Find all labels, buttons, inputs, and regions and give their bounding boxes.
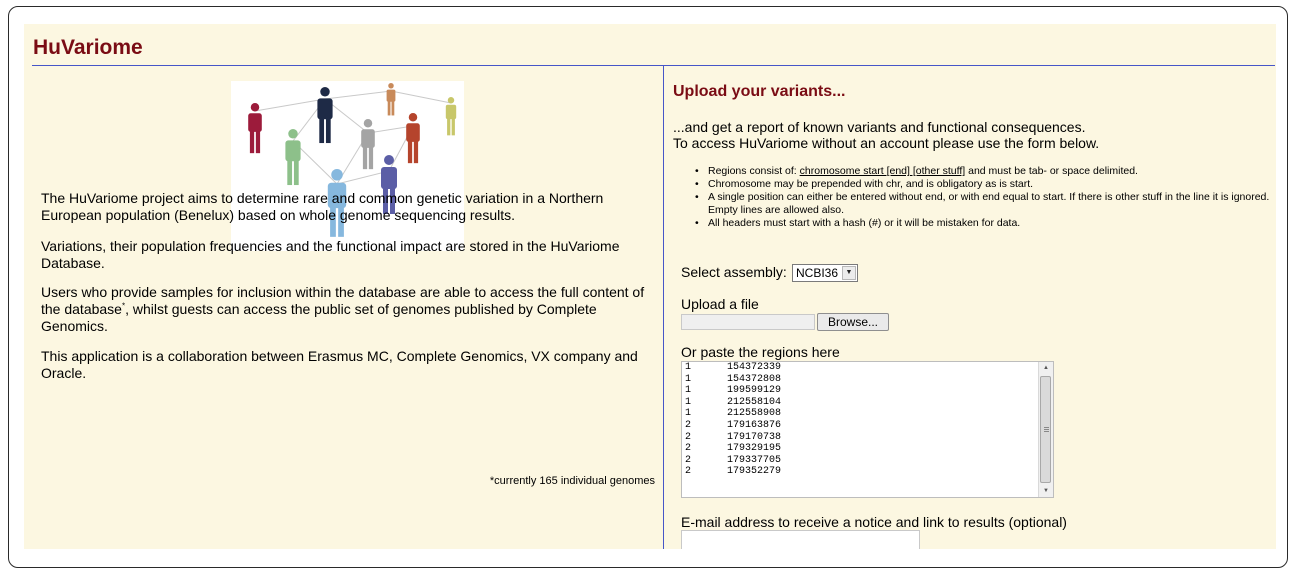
region-row: 2 179163876 (682, 420, 1053, 432)
scroll-down-icon[interactable]: ▼ (1039, 485, 1053, 497)
intro-paragraph-1: The HuVariome project aims to determine … (41, 190, 604, 223)
regions-textarea[interactable]: 1 154372339 1 154372808 1 199599129 1 212558104… (681, 361, 1054, 498)
region-position: 212558908 (727, 408, 782, 420)
region-position: 154372339 (727, 362, 782, 373)
scrollbar-thumb[interactable] (1040, 376, 1051, 483)
person-icon (317, 87, 333, 144)
format-rule-1-prefix: Regions consist of: (708, 165, 800, 177)
people-network-illustration (231, 81, 464, 251)
upload-file-label: Upload a file (681, 296, 759, 312)
scroll-up-icon[interactable]: ▲ (1039, 362, 1053, 374)
region-position: 179163876 (727, 419, 782, 431)
assembly-label: Select assembly: (681, 264, 787, 280)
assembly-select[interactable]: NCBI36 ▼ (792, 264, 858, 282)
region-chromosome: 2 (685, 466, 692, 478)
email-label: E-mail address to receive a notice and l… (681, 514, 1067, 530)
upload-title: Upload your variants... (673, 83, 846, 100)
region-chromosome: 2 (685, 431, 692, 443)
region-row: 1 212558104 (682, 397, 1053, 409)
network-links (254, 90, 452, 185)
region-position: 179337705 (727, 454, 782, 466)
site-title: HuVariome (33, 36, 143, 59)
person-icon (406, 113, 420, 164)
assembly-select-value: NCBI36 (796, 266, 839, 280)
people-network-svg (248, 83, 457, 237)
region-chromosome: 1 (685, 408, 692, 420)
format-rules-list: Regions consist of: chromosome start [en… (695, 165, 1275, 230)
region-format-link[interactable]: chromosome start [end] [other stuff] (800, 165, 966, 177)
intro-paragraph-3: Users who provide samples for inclusion … (41, 284, 657, 335)
region-position: 179170738 (727, 431, 782, 443)
region-position: 212558104 (727, 396, 782, 408)
region-position: 179329195 (727, 443, 782, 455)
region-chromosome: 1 (685, 396, 692, 408)
paste-regions-label: Or paste the regions here (681, 344, 840, 360)
column-divider (663, 65, 664, 549)
region-chromosome: 2 (685, 419, 692, 431)
region-chromosome: 1 (685, 385, 692, 397)
region-chromosome: 1 (685, 362, 692, 373)
upload-lead-line-1: ...and get a report of known variants an… (673, 119, 1086, 135)
browse-button[interactable]: Browse... (817, 313, 889, 331)
chevron-down-icon[interactable]: ▼ (842, 266, 856, 280)
region-position: 199599129 (727, 385, 782, 397)
region-row: 1 212558908 (682, 408, 1053, 420)
format-rule-1: Regions consist of: chromosome start [en… (695, 165, 1275, 178)
region-chromosome: 2 (685, 443, 692, 455)
intro-paragraph-3-end: , whilst guests can access the public se… (41, 301, 597, 334)
genome-count-footnote: *currently 165 individual genomes (489, 475, 655, 487)
region-chromosome: 2 (685, 454, 692, 466)
region-row: 1 154372339 (682, 362, 1053, 374)
email-field[interactable] (681, 530, 920, 549)
region-row: 2 179329195 (682, 443, 1053, 455)
region-row: 2 179337705 (682, 455, 1053, 467)
region-position: 154372808 (727, 373, 782, 385)
format-rule-3: A single position can either be entered … (695, 191, 1275, 217)
format-rule-1-suffix: and must be tab- or space delimited. (965, 165, 1138, 177)
person-icon (361, 119, 375, 170)
region-row: 1 199599129 (682, 385, 1053, 397)
region-row: 2 179352279 (682, 466, 1053, 478)
region-row: 1 154372808 (682, 374, 1053, 386)
intro-paragraph-2: Variations, their population frequencies… (41, 238, 620, 271)
intro-paragraph-4: This application is a collaboration betw… (41, 348, 638, 381)
format-rule-2: Chromosome may be prepended with chr, an… (695, 178, 1275, 191)
person-icon (386, 83, 396, 116)
upload-lead-line-2: To access HuVariome without an account p… (673, 135, 1100, 151)
region-rows: 1 154372339 1 154372808 1 199599129 1 212558104… (682, 362, 1053, 478)
region-position: 179352279 (727, 466, 782, 478)
file-path-field[interactable] (681, 314, 815, 330)
format-rule-4: All headers must start with a hash (#) o… (695, 217, 1275, 230)
grip-icon (1044, 427, 1049, 428)
upload-lead: ...and get a report of known variants an… (673, 119, 1273, 151)
header-divider (32, 65, 1275, 66)
person-icon (285, 129, 301, 186)
textarea-scrollbar[interactable]: ▲ ▼ (1038, 362, 1053, 497)
region-chromosome: 1 (685, 373, 692, 385)
region-row: 2 179170738 (682, 432, 1053, 444)
